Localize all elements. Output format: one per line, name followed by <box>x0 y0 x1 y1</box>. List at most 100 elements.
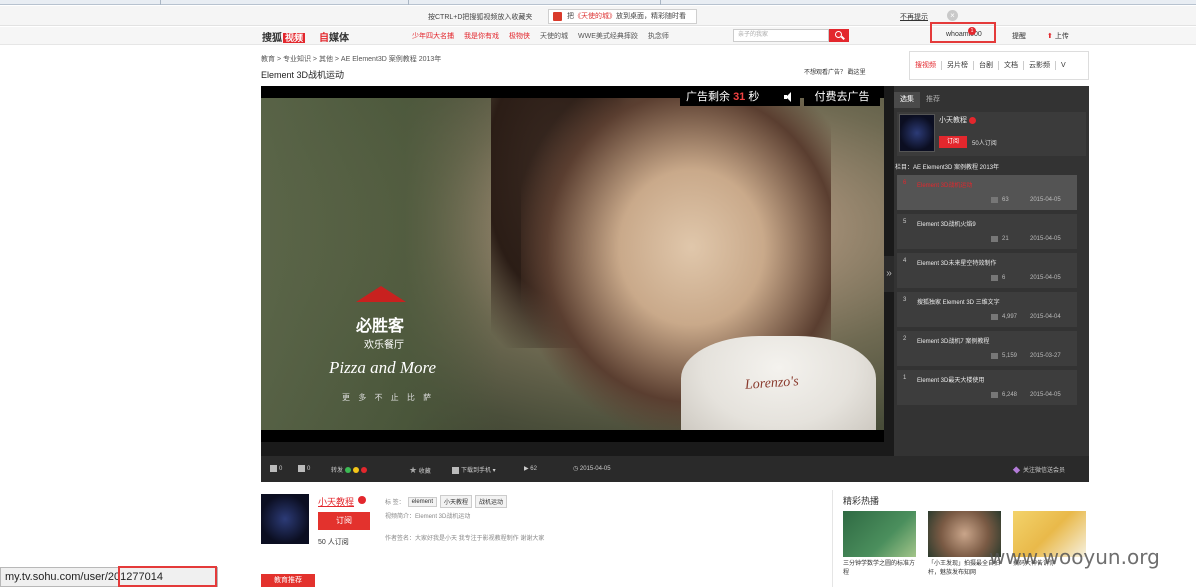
watermark: www.wooyun.org <box>989 545 1160 569</box>
background-blur <box>261 98 501 430</box>
episode-plays: 63 <box>1002 197 1009 203</box>
subscribe-button[interactable]: 订阅 <box>939 136 967 148</box>
nav-link[interactable]: 执念师 <box>648 31 669 41</box>
video-frame[interactable]: Lorenzo's 必胜客 欢乐餐厅 Pizza and More 更 多 不 … <box>261 86 884 442</box>
collect-button[interactable]: ★ 收藏 <box>409 465 431 476</box>
episode-item[interactable]: 1 Element 3D最天大楼使用 6,248 2015-04-05 <box>897 370 1077 405</box>
mini-tab[interactable]: 台剧 <box>974 61 999 70</box>
video-title: Element 3D战机运动 <box>261 70 345 80</box>
hot-links: 少年四大名捕 我是你有戏 极物侠 天使的城 WWE美式经典摔跤 执念师 <box>412 31 669 41</box>
subscribe-button[interactable]: 订阅 <box>318 512 370 530</box>
desktop-shortcut-button[interactable]: 把《天使的城》放到桌面，精彩随时看 <box>548 9 697 24</box>
mini-tab[interactable]: 文档 <box>999 61 1024 70</box>
close-icon[interactable]: × <box>947 10 958 21</box>
ad-prefix: 广告剩余 <box>686 91 730 103</box>
episode-title: Element 3D未来星空特效制作 <box>917 261 997 267</box>
notification-badge: 1 <box>968 27 976 35</box>
mini-tab[interactable]: 云影频 <box>1024 61 1056 70</box>
search-icon <box>835 31 842 38</box>
episode-item[interactable]: 5 Element 3D战机火焰9 21 2015-04-05 <box>897 214 1077 249</box>
dislike-button[interactable]: 0 <box>298 465 310 472</box>
pill-suffix: 放到桌面，精彩随时看 <box>616 13 686 20</box>
search-button[interactable] <box>829 29 849 42</box>
episode-date: 2015-04-05 <box>1030 236 1061 242</box>
play-count-icon <box>991 314 998 320</box>
upload-link[interactable]: ⬆ 上传 <box>1047 31 1069 41</box>
episode-plays: 5,159 <box>1002 353 1018 359</box>
episode-item[interactable]: 4 Element 3D未来星空特效制作 6 2015-04-05 <box>897 253 1077 288</box>
self-media-logo[interactable]: 自媒体 <box>319 29 349 44</box>
edu-recommend-tab[interactable]: 教育推荐 <box>261 574 315 587</box>
author-signature: 作者签名：大家好我是小天 我专注于影视教程制作 谢谢大家 <box>385 536 545 542</box>
pill-highlight: 《天使的城》 <box>574 13 616 20</box>
tag[interactable]: 战机运动 <box>475 495 508 508</box>
avatar[interactable] <box>899 114 935 152</box>
video-intro: 视频简介：Element 3D战机运动 <box>385 514 471 520</box>
tab-episodes[interactable]: 选集 <box>894 92 920 108</box>
url-highlight-box <box>118 566 217 587</box>
episode-panel: 选集 推荐 小天教程 订阅 50人订阅 栏目：AE Element3D 案例教程… <box>894 86 1089 456</box>
like-button[interactable]: 0 <box>270 465 282 472</box>
letterbox-bottom <box>261 430 884 442</box>
episode-date: 2015-04-05 <box>1030 392 1061 398</box>
wechat-vip-link[interactable]: 关注微信送会员 <box>1012 465 1065 475</box>
pizza-hut-roof-icon <box>356 286 406 304</box>
share-button[interactable]: 转发 <box>331 465 368 474</box>
shortcut-icon <box>553 12 562 21</box>
upload-label: 上传 <box>1054 33 1069 40</box>
hot-title: 精彩热播 <box>843 496 880 506</box>
episode-number: 6 <box>903 180 907 186</box>
uploader-name[interactable]: 小天教程 <box>939 115 976 125</box>
episode-item[interactable]: 3 搜狐独家 Element 3D 三维文字 4,997 2015-04-04 <box>897 292 1077 327</box>
nav-link[interactable]: 天使的城 <box>540 31 568 41</box>
play-count-icon <box>991 353 998 359</box>
nav-link[interactable]: 我是你有戏 <box>464 31 499 41</box>
dont-show-link[interactable]: 不再提示 <box>900 12 928 22</box>
skip-ad-link[interactable]: 不想观看广告？ 戳这里 <box>804 67 866 76</box>
nav-link[interactable]: 极物侠 <box>509 31 530 41</box>
download-button[interactable]: 下载到手机 ▾ <box>452 465 496 474</box>
gem-icon <box>1012 466 1021 475</box>
uploader-card: 小天教程 订阅 50人订阅 <box>897 112 1086 156</box>
speaker-icon[interactable] <box>784 92 794 102</box>
reminder-menu[interactable]: 提醒 <box>1012 31 1026 41</box>
tab-recommend[interactable]: 推荐 <box>920 92 946 108</box>
browser-tab-strip <box>0 0 1196 5</box>
breadcrumb[interactable]: 教育 > 专业知识 > 其他 > AE Element3D 案例教程 2013年 <box>261 54 441 64</box>
episode-plays: 6 <box>1002 275 1006 281</box>
tab-divider <box>660 0 661 5</box>
wechat-icon <box>345 467 352 474</box>
episode-plays: 6,248 <box>1002 392 1018 398</box>
episode-title: Element 3D最天大楼使用 <box>917 378 985 384</box>
episode-title: Element 3D战机7 案例教程 <box>917 339 990 345</box>
download-icon <box>452 466 459 474</box>
tag[interactable]: 小天教程 <box>440 495 473 508</box>
mini-tab[interactable]: 另片榜 <box>942 61 974 70</box>
expand-icon[interactable]: » <box>884 256 894 292</box>
tab-divider <box>408 0 409 5</box>
favorites-notice-bar: 按CTRL+D把搜狐视频放入收藏夹 把《天使的城》放到桌面，精彩随时看 不再提示… <box>0 6 1196 26</box>
hot-thumbnail <box>843 511 916 557</box>
episode-item[interactable]: 6 Element 3D战机运动 63 2015-04-05 <box>897 175 1077 210</box>
episode-item[interactable]: 2 Element 3D战机7 案例教程 5,159 2015-03-27 <box>897 331 1077 366</box>
episode-tabs: 选集 推荐 <box>894 92 946 108</box>
hot-caption: 三分钟学数学之圆的标准方程 <box>843 561 916 576</box>
nav-link[interactable]: WWE美式经典摔跤 <box>578 31 638 41</box>
search-input[interactable]: 亲子的我家 <box>733 29 829 42</box>
sohu-video-logo[interactable]: 搜狐 视频 <box>262 29 306 44</box>
user-menu[interactable]: whoami000 <box>946 31 982 38</box>
tag[interactable]: element <box>407 496 438 507</box>
episode-date: 2015-04-05 <box>1030 197 1061 203</box>
mini-tab[interactable]: V <box>1056 61 1071 70</box>
uploader-avatar[interactable] <box>261 494 309 544</box>
play-count-icon <box>991 197 998 203</box>
brand-cn: 必胜客 <box>356 316 405 335</box>
uploader-link[interactable]: 小天教程 <box>318 495 354 508</box>
video-player: Lorenzo's 必胜客 欢乐餐厅 Pizza and More 更 多 不 … <box>261 86 1089 482</box>
nav-link[interactable]: 少年四大名捕 <box>412 31 454 41</box>
hot-item[interactable]: 三分钟学数学之圆的标准方程 <box>843 511 916 578</box>
weibo-icon <box>361 467 368 474</box>
pay-remove-ad-button[interactable]: 付费去广告 <box>804 88 880 106</box>
mini-tab[interactable]: 搜视频 <box>910 61 942 70</box>
verified-icon <box>358 496 366 504</box>
